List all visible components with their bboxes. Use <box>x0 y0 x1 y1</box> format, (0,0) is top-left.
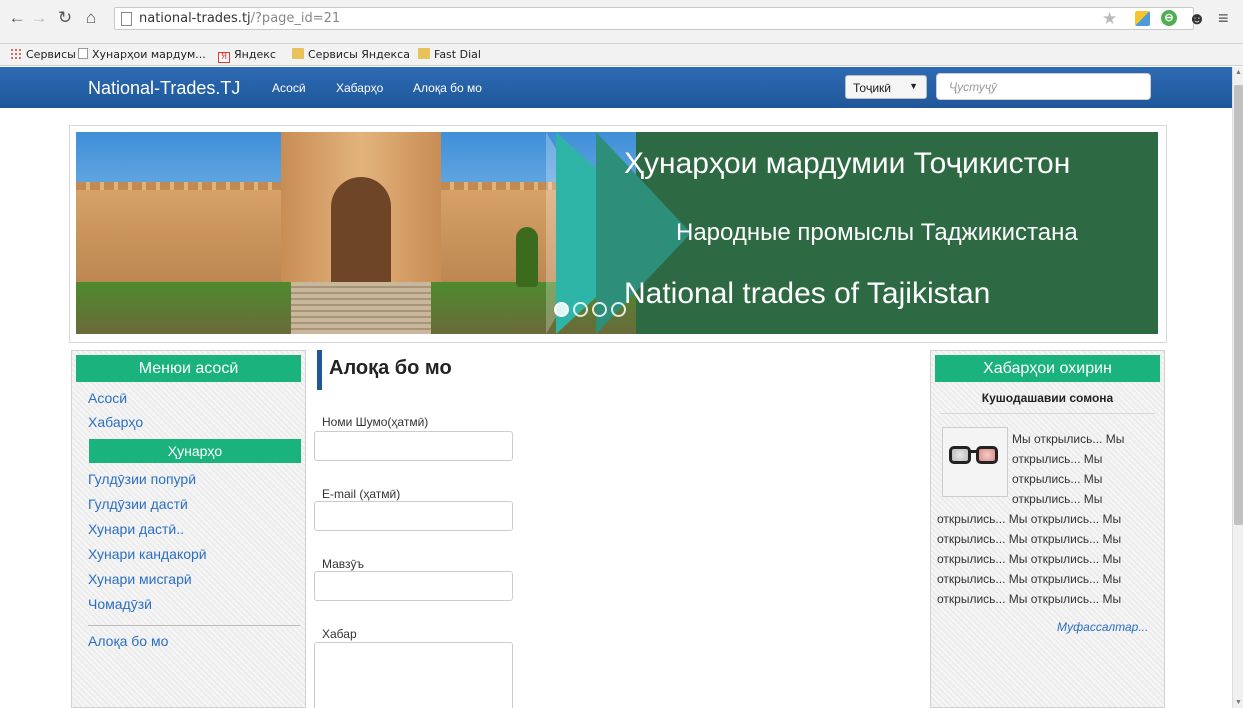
scroll-down-icon[interactable]: ▼ <box>1235 699 1242 706</box>
nav-link-news[interactable]: Хабарҳо <box>336 81 383 95</box>
bookmark-yandex-services[interactable]: Сервисы Яндекса <box>292 48 410 61</box>
menu-item-contact[interactable]: Алоқа бо мо <box>88 633 168 649</box>
scroll-up-icon[interactable]: ▲ <box>1235 69 1242 76</box>
yandex-icon: Я <box>218 52 230 63</box>
back-arrow-icon[interactable]: ← <box>8 9 26 27</box>
bookmark-page[interactable]: Хунарҳои мардум... <box>78 48 206 61</box>
menu-item-home[interactable]: Асосӣ <box>88 390 127 406</box>
folder-icon <box>418 48 430 59</box>
extension-badge-icon[interactable]: ⊖ <box>1161 10 1177 26</box>
caret-down-icon: ▼ <box>909 81 918 91</box>
menu-item-craft[interactable]: Гулдӯзии дастӣ <box>88 496 188 512</box>
folder-icon <box>292 48 304 59</box>
page-icon <box>121 12 132 26</box>
menu-item-craft[interactable]: Гулдӯзии попурӣ <box>88 471 196 487</box>
nav-link-home[interactable]: Асосӣ <box>272 81 306 95</box>
browser-toolbar: ← → ↻ ⌂ national-trades.tj/?page_id=21 ★… <box>0 0 1243 44</box>
nav-link-contact[interactable]: Алоқа бо мо <box>413 81 482 95</box>
subject-field[interactable] <box>314 571 513 601</box>
news-item-title[interactable]: Кушодашавии сомона <box>933 391 1162 405</box>
scrollbar-thumb[interactable] <box>1234 85 1243 525</box>
banner-title-english: National trades of Tajikistan <box>624 277 991 310</box>
page-title: Алоқа бо мо <box>329 357 452 379</box>
menu-item-craft[interactable]: Хунари мисгарӣ <box>88 571 192 587</box>
site-navbar: National-Trades.TJ Асосӣ Хабарҳо Алоқа б… <box>0 67 1232 108</box>
menu-item-news[interactable]: Хабарҳо <box>88 414 143 430</box>
url-text: national-trades.tj/?page_id=21 <box>139 11 341 26</box>
read-more-link[interactable]: Муфассалтар... <box>1057 620 1148 634</box>
glasses-lens <box>976 446 998 464</box>
slider-dot-4[interactable] <box>611 302 626 317</box>
menu-item-craft[interactable]: Хунари кандакорӣ <box>88 546 207 562</box>
title-accent-bar <box>317 350 322 390</box>
apps-icon <box>10 48 22 59</box>
forward-arrow-icon[interactable]: → <box>30 9 48 27</box>
reload-icon[interactable]: ↻ <box>56 9 74 27</box>
page-icon <box>78 48 88 59</box>
language-value: Тоҷикӣ <box>853 81 891 95</box>
slider-dot-2[interactable] <box>573 302 588 317</box>
extension-icon[interactable] <box>1135 11 1150 26</box>
menu-item-craft[interactable]: Хунари дастӣ.. <box>88 521 184 537</box>
slider-dot-1[interactable] <box>554 302 569 317</box>
message-field[interactable] <box>314 642 513 708</box>
page-scrollbar[interactable]: ▲ ▼ <box>1232 67 1243 708</box>
bookmark-fast-dial[interactable]: Fast Dial <box>418 48 481 61</box>
language-select[interactable]: Тоҷикӣ ▼ <box>845 75 927 99</box>
search-input[interactable] <box>936 73 1151 100</box>
name-field[interactable] <box>314 431 513 461</box>
menu-item-craft[interactable]: Чомадӯзӣ <box>88 596 152 612</box>
name-field-label: Номи Шумо(ҳатмӣ) <box>322 415 429 429</box>
slider-dots <box>554 302 630 320</box>
home-icon[interactable]: ⌂ <box>82 9 100 27</box>
browser-menu-icon[interactable]: ≡ <box>1218 8 1229 29</box>
main-menu-title: Менюи асосӣ <box>76 355 301 382</box>
banner-slider: Ҳунарҳои мардумии Тоҷикистон Народные пр… <box>76 132 1158 334</box>
banner-stairs <box>291 282 431 334</box>
subject-field-label: Мавзӯъ <box>322 557 365 571</box>
bookmarks-bar: Сервисы Хунарҳои мардум... Я Яндекс Серви… <box>0 44 1243 66</box>
message-field-label: Хабар <box>322 627 357 641</box>
glasses-icon <box>949 446 971 464</box>
bookmark-star-icon[interactable]: ★ <box>1102 9 1117 29</box>
crafts-subheading: Ҳунарҳо <box>89 439 301 463</box>
slider-dot-3[interactable] <box>592 302 607 317</box>
address-bar[interactable]: national-trades.tj/?page_id=21 <box>114 7 1194 30</box>
incognito-icon[interactable]: ☻ <box>1188 9 1206 29</box>
menu-divider <box>88 625 300 626</box>
latest-news-title: Хабарҳои охирин <box>935 355 1160 382</box>
news-divider <box>940 413 1155 414</box>
gate-arch <box>331 177 391 287</box>
email-field-label: E-mail (ҳатмӣ) <box>322 487 401 501</box>
news-thumbnail[interactable] <box>942 427 1008 497</box>
banner-title-tajik: Ҳунарҳои мардумии Тоҷикистон <box>624 147 1071 180</box>
email-field[interactable] <box>314 501 513 531</box>
site-brand[interactable]: National-Trades.TJ <box>88 78 240 99</box>
bookmark-apps[interactable]: Сервисы <box>10 48 76 61</box>
banner-title-russian: Народные промыслы Таджикистана <box>676 219 1078 246</box>
banner-tree <box>516 227 538 287</box>
bookmark-yandex[interactable]: Я Яндекс <box>218 48 276 63</box>
